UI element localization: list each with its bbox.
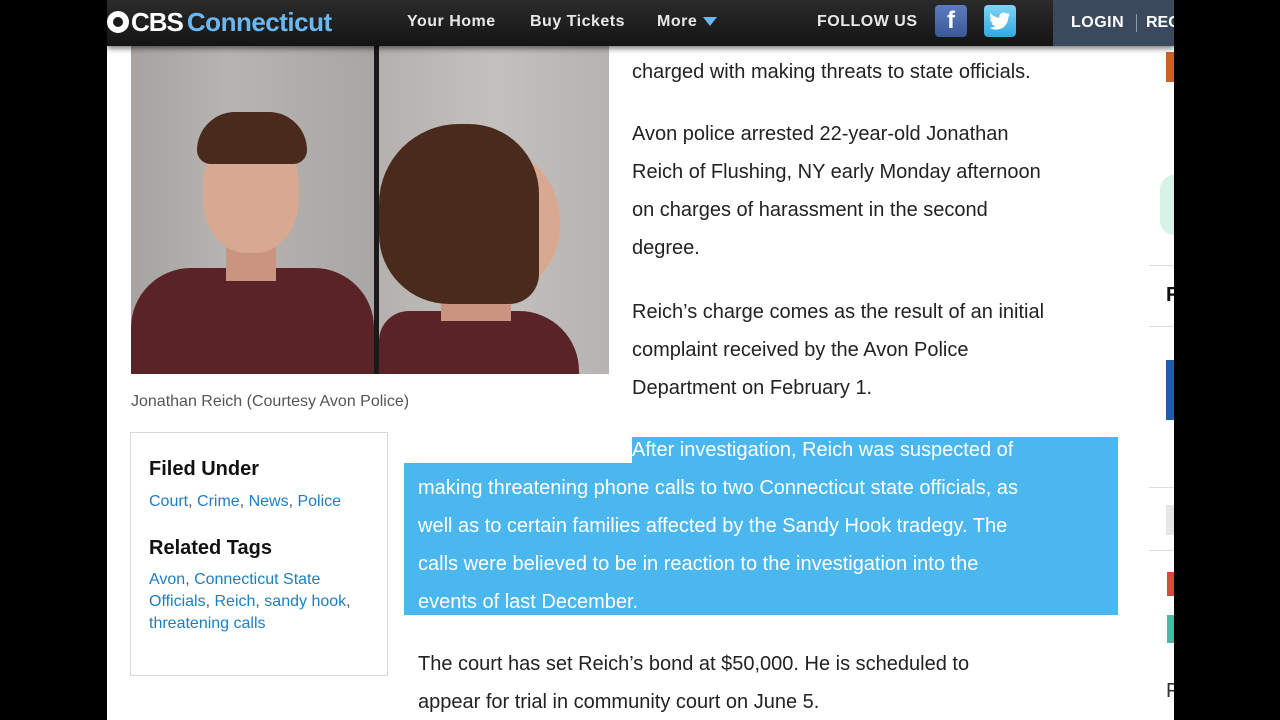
sidebar-ad-fragment [1166,52,1174,82]
text-line: Reich’s charge comes as the result of an… [632,301,1045,323]
top-navigation-bar: CBS Connecticut Your Home Buy Tickets Mo… [107,0,1174,46]
shirt-shape [131,268,374,374]
register-link[interactable]: REG [1146,14,1174,32]
facebook-icon[interactable]: f [935,5,967,37]
logo-region-text: Connecticut [186,6,332,37]
article-paragraph: Reich’s charge comes as the result of an… [632,293,1044,407]
text-line: complaint received by the Avon Police [632,339,969,361]
article-paragraph: The court has set Reich’s bond at $50,00… [418,645,969,720]
follow-us-label: FOLLOW US [817,13,918,30]
hair-shape [197,112,307,164]
cbs-eye-icon [107,11,129,33]
nav-your-home[interactable]: Your Home [407,13,496,31]
text-line: degree. [632,237,700,259]
google-plus-icon[interactable] [1167,572,1174,596]
mugshot-front [131,46,374,374]
text-line: charged with making threats to state off… [632,61,1031,83]
nav-more[interactable]: More [657,13,718,31]
text-line: Avon police arrested 22-year-old Jonatha… [632,123,1009,145]
article-photo [131,46,609,374]
sidebar-widget-fragment [1160,175,1174,235]
divider [1149,326,1174,327]
divider [1149,487,1174,488]
text-line: Department on February 1. [632,377,873,399]
selected-article-paragraph[interactable]: After investigation, Reich was suspected… [107,431,1174,621]
article-paragraph: Avon police arrested 22-year-old Jonatha… [632,115,1041,267]
nav-buy-tickets[interactable]: Buy Tickets [530,13,625,31]
sidebar-thumbnail-fragment [1166,360,1174,420]
twitter-icon[interactable] [984,5,1016,37]
sidebar-text-fragment: F [1166,680,1174,702]
chevron-down-icon [703,17,718,27]
text-line: on charges of harassment in the second [632,199,988,221]
hair-shape [379,124,539,304]
share-icon[interactable] [1167,615,1174,643]
sidebar-heading-fragment: F [1166,284,1174,306]
browser-viewport: CBS Connecticut Your Home Buy Tickets Mo… [107,0,1174,720]
account-area: LOGIN REG [1053,0,1174,46]
text-line: events of last December. [418,591,639,613]
divider [1149,550,1174,551]
text-line: well as to certain families affected by … [418,515,1008,537]
logo-cbs-text: CBS [131,6,184,37]
login-link[interactable]: LOGIN [1071,14,1124,32]
text-line: appear for trial in community court on J… [418,691,820,713]
divider [1149,265,1174,266]
nav-more-label: More [657,13,698,30]
site-logo[interactable]: CBS Connecticut [107,7,332,37]
photo-caption: Jonathan Reich (Courtesy Avon Police) [131,393,410,410]
divider [1136,14,1137,32]
text-line: Reich of Flushing, NY early Monday after… [632,161,1041,183]
text-line: The court has set Reich’s bond at $50,00… [418,653,970,675]
text-line: After investigation, Reich was suspected… [632,439,1014,461]
text-line: calls were believed to be in reaction to… [418,553,979,575]
article-paragraph: charged with making threats to state off… [632,53,1031,91]
sidebar-thumbnail-fragment [1166,505,1174,535]
mugshot-profile [379,46,609,374]
text-line: making threatening phone calls to two Co… [418,477,1018,499]
